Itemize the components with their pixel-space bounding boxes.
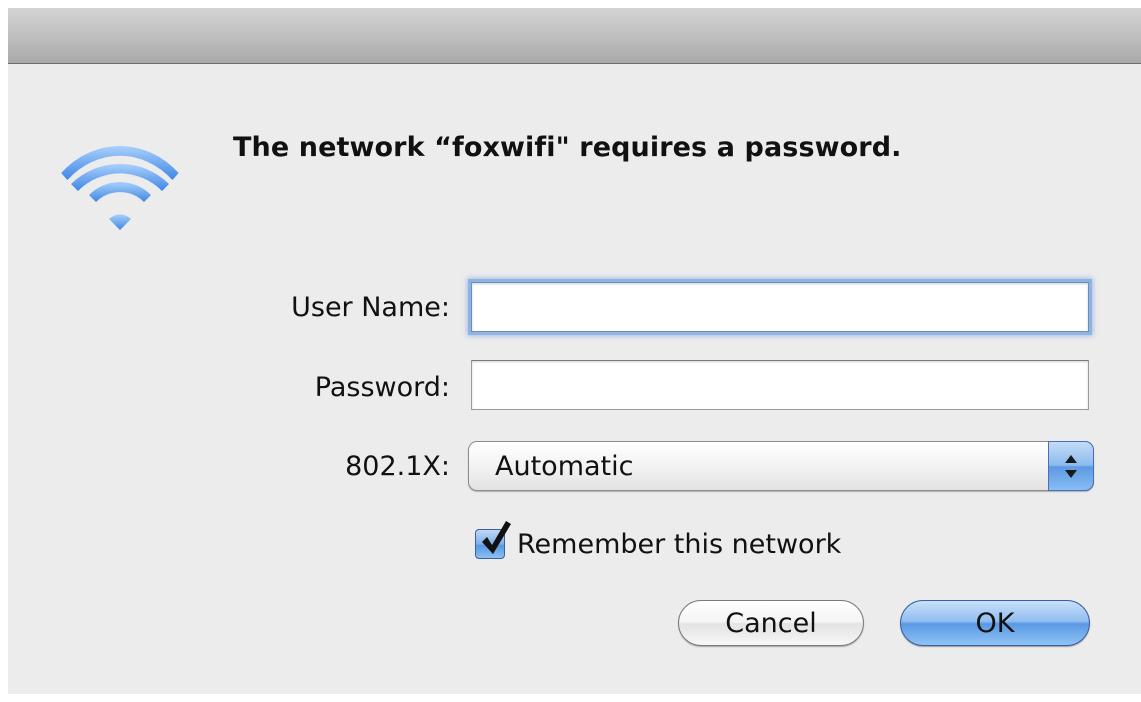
remember-network-checkbox[interactable] (475, 521, 511, 559)
username-label: User Name: (291, 292, 450, 323)
select-stepper-icon (1048, 441, 1094, 491)
security-select-value: Automatic (495, 451, 634, 482)
ok-button[interactable]: OK (900, 600, 1090, 646)
cancel-button[interactable]: Cancel (678, 600, 864, 646)
checkmark-icon (482, 521, 511, 554)
username-input[interactable] (471, 282, 1089, 332)
title-bar[interactable] (8, 8, 1141, 64)
chevron-up-icon (1065, 455, 1077, 463)
dialog-message: The network “foxwifi" requires a passwor… (233, 132, 902, 163)
wifi-icon (61, 145, 179, 230)
password-input[interactable] (471, 360, 1089, 410)
chevron-down-icon (1065, 470, 1077, 478)
remember-network-row[interactable]: Remember this network (475, 521, 842, 564)
remember-network-label: Remember this network (517, 528, 842, 560)
password-dialog: The network “foxwifi" requires a passwor… (8, 8, 1141, 694)
password-label: Password: (314, 372, 450, 403)
security-label: 802.1X: (345, 451, 450, 482)
security-select[interactable]: Automatic (468, 441, 1094, 491)
